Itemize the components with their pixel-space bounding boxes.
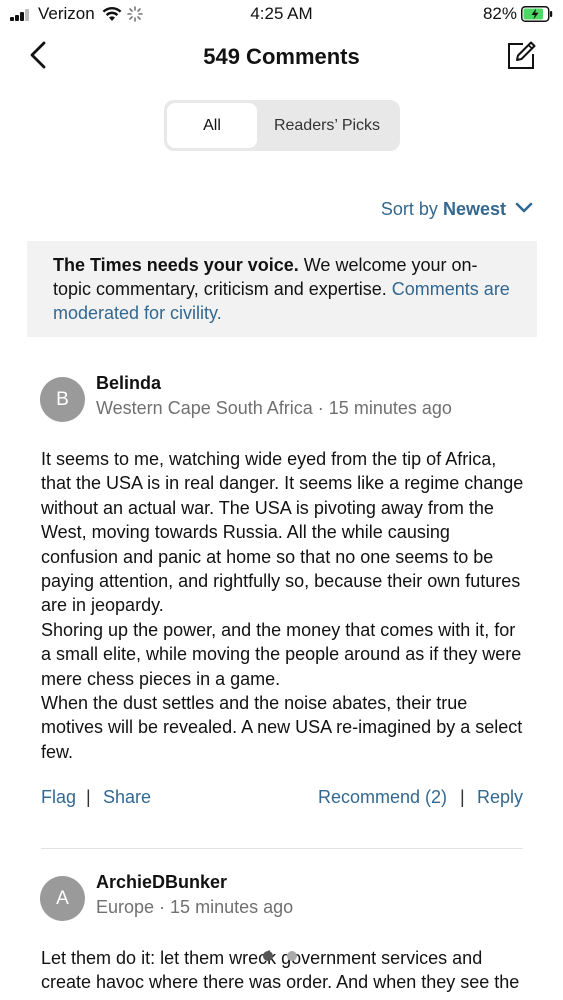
recommend-button[interactable]: Recommend (2): [318, 787, 447, 808]
page-title: 549 Comments: [203, 44, 360, 69]
sort-dropdown[interactable]: Sort by Newest: [381, 199, 533, 220]
battery-charging-icon: [521, 6, 553, 22]
avatar: B: [40, 377, 85, 422]
notice-heading: The Times needs your voice.: [53, 255, 299, 275]
comment-author[interactable]: Belinda: [96, 373, 161, 394]
comment-location: Europe: [96, 897, 155, 917]
comment-meta: Western Cape South Africa · 15 minutes a…: [96, 398, 452, 418]
flag-button[interactable]: Flag: [41, 787, 76, 808]
tab-readers-picks[interactable]: Readers’ Picks: [257, 103, 397, 148]
comment-paragraph: It seems to me, watching wide eyed from …: [41, 449, 524, 616]
comment-actions: Flag | Share Recommend (2) | Reply: [41, 787, 523, 811]
sort-prefix: Sort by: [380, 199, 438, 219]
comment-body: It seems to me, watching wide eyed from …: [41, 447, 524, 764]
reply-button[interactable]: Reply: [477, 787, 523, 808]
compose-icon[interactable]: [505, 40, 537, 72]
chevron-down-icon: [515, 202, 533, 213]
comment-meta: Europe · 15 minutes ago: [96, 897, 294, 917]
page-indicator: [263, 951, 303, 963]
moderation-notice: The Times needs your voice. We welcome y…: [27, 241, 537, 337]
comment-location: Western Cape South Africa: [96, 398, 313, 418]
status-bar: Verizon 4:25 AM 82%: [0, 0, 563, 30]
comment-time: 15 minutes ago: [328, 398, 452, 418]
comment-paragraph: When the dust settles and the noise abat…: [41, 693, 523, 762]
comment-divider: [41, 848, 523, 849]
comment-filter-tabs: All Readers’ Picks: [164, 100, 400, 151]
battery-percent: 82%: [482, 4, 517, 23]
comment-time: 15 minutes ago: [170, 897, 294, 917]
status-time: 4:25 AM: [250, 4, 313, 23]
nav-header: 549 Comments: [0, 30, 563, 90]
tab-all[interactable]: All: [167, 103, 257, 148]
action-separator: |: [460, 787, 465, 807]
comment-paragraph: Shoring up the power, and the money that…: [41, 619, 522, 689]
share-button[interactable]: Share: [103, 787, 151, 808]
sort-value: Newest: [442, 199, 506, 219]
comment-author[interactable]: ArchieDBunker: [96, 872, 227, 893]
action-separator: |: [86, 787, 91, 807]
avatar: A: [40, 876, 85, 921]
